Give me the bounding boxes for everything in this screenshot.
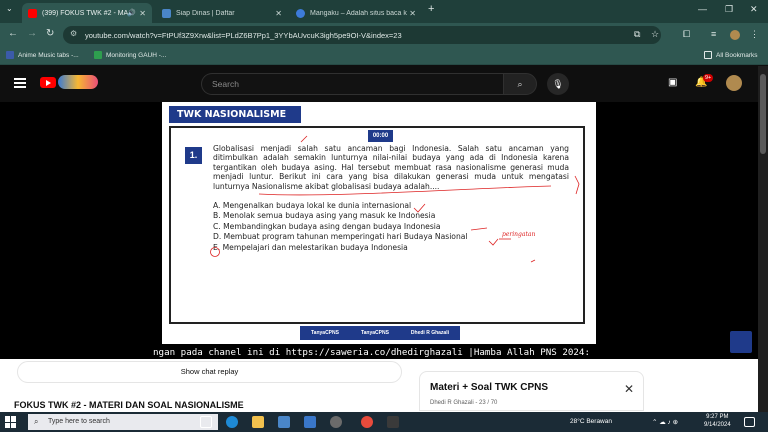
- edge-icon[interactable]: [226, 416, 238, 428]
- close-tab-icon[interactable]: ✕: [409, 9, 416, 18]
- app-icon[interactable]: [387, 416, 399, 428]
- chrome-icon[interactable]: [361, 416, 373, 428]
- system-tray-icons[interactable]: ⌃ ☁ ♪ ⊕: [652, 418, 678, 426]
- file-explorer-icon[interactable]: [252, 416, 264, 428]
- tab-label: Mangaku – Adalah situs baca k: [310, 9, 407, 17]
- reload-icon[interactable]: ↻: [46, 28, 54, 39]
- donation-ticker: ngan pada chanel ini di https://saweria.…: [153, 347, 590, 358]
- clock-date: 9/14/2024: [704, 421, 731, 428]
- handwritten-annotations: [210, 135, 580, 263]
- back-icon[interactable]: ←: [8, 28, 18, 39]
- close-window-button[interactable]: ✕: [750, 4, 758, 15]
- bookmark-icon: [6, 51, 14, 59]
- search-button[interactable]: ⌕: [503, 73, 537, 95]
- menu-icon[interactable]: ⋮: [750, 29, 759, 40]
- slide: TWK NASIONALISME 00:00 1. Globalisasi me…: [162, 102, 596, 344]
- tab-siap-dinas[interactable]: Siap Dinas | Daftar ✕: [156, 3, 288, 23]
- page-below-player: Show chat replay FOKUS TWK #2 - MATERI D…: [0, 359, 758, 412]
- folder-icon: [704, 51, 712, 59]
- tab-label: Siap Dinas | Daftar: [176, 9, 235, 17]
- bookmark-star-icon[interactable]: ☆: [651, 29, 659, 40]
- settings-icon[interactable]: [330, 416, 342, 428]
- bookmarks-bar: Anime Music tabs -... Monitoring GAUH -.…: [0, 47, 768, 65]
- forward-icon[interactable]: →: [27, 28, 37, 39]
- taskbar-search-placeholder: Type here to search: [48, 418, 110, 425]
- show-chat-replay-button[interactable]: Show chat replay: [17, 361, 402, 383]
- bookmark-monitoring[interactable]: Monitoring GAUH -...: [94, 51, 166, 59]
- close-tab-icon[interactable]: ✕: [275, 9, 282, 18]
- create-video-icon[interactable]: ▣: [668, 77, 677, 88]
- question-frame: 00:00 1. Globalisasi menjadi salah satu …: [169, 126, 585, 324]
- tab-mangaku[interactable]: Mangaku – Adalah situs baca k ✕: [290, 3, 422, 23]
- mic-icon: 🎙: [552, 79, 564, 89]
- windows-taskbar: ⌕ Type here to search 28°C Berawan ⌃ ☁ ♪…: [0, 412, 768, 432]
- playlist-subtitle: Dhedi R Ghazali - 23 / 70: [430, 400, 498, 406]
- cast-icon[interactable]: ⧉: [634, 29, 640, 40]
- playlist-panel: Materi + Soal TWK CPNS Dhedi R Ghazali -…: [419, 371, 644, 411]
- screen: ⌄ (399) FOKUS TWK #2 - MA 🔊 ✕ Siap Dinas…: [0, 0, 768, 432]
- all-bookmarks-label: All Bookmarks: [716, 51, 758, 59]
- bookmark-anime-music[interactable]: Anime Music tabs -...: [6, 51, 79, 59]
- new-tab-button[interactable]: +: [428, 3, 434, 15]
- search-icon: ⌕: [34, 417, 39, 426]
- weather-widget[interactable]: 28°C Berawan: [570, 418, 612, 425]
- notification-count-badge: 9+: [703, 74, 714, 82]
- voice-search-button[interactable]: 🎙: [547, 73, 569, 95]
- tab-search-icon[interactable]: ⌄: [6, 4, 13, 13]
- slide-header: TWK NASIONALISME: [169, 106, 301, 123]
- search-icon: ⌕: [517, 79, 523, 89]
- bookmark-label: Monitoring GAUH -...: [106, 51, 167, 59]
- playlist-title[interactable]: Materi + Soal TWK CPNS: [430, 382, 548, 393]
- siap-dinas-favicon-icon: [162, 8, 171, 18]
- youtube-favicon-icon: [28, 8, 37, 18]
- url-text: youtube.com/watch?v=FtPUf3Z9Xrw&list=PLd…: [85, 30, 402, 40]
- social-handle: TanyaCPNS: [310, 330, 339, 336]
- address-bar[interactable]: ⚙ youtube.com/watch?v=FtPUf3Z9Xrw&list=P…: [63, 26, 661, 44]
- media-icon[interactable]: ≡: [711, 29, 716, 39]
- avatar[interactable]: [726, 75, 742, 91]
- maximize-button[interactable]: ❐: [725, 4, 733, 15]
- scrollbar-thumb[interactable]: [760, 74, 766, 154]
- page-scrollbar[interactable]: [758, 66, 768, 412]
- bookmark-icon: [94, 51, 102, 59]
- profile-icon[interactable]: [730, 30, 740, 40]
- close-playlist-icon[interactable]: ✕: [624, 382, 634, 396]
- notification-center-icon[interactable]: [744, 417, 755, 427]
- windows-start-icon[interactable]: [5, 416, 17, 428]
- youtube-doodle[interactable]: [58, 75, 98, 89]
- taskbar-search-input[interactable]: ⌕ Type here to search: [28, 414, 218, 430]
- clock[interactable]: 9:27 PM 9/14/2024: [704, 414, 731, 429]
- mail-icon[interactable]: [304, 416, 316, 428]
- bookmark-label: Anime Music tabs -...: [18, 51, 79, 59]
- youtube-header: Search ⌕ 🎙 ▣ 🔔 9+: [0, 66, 758, 102]
- video-player[interactable]: TWK NASIONALISME 00:00 1. Globalisasi me…: [0, 102, 758, 359]
- video-title: FOKUS TWK #2 - MATERI DAN SOAL NASIONALI…: [14, 400, 244, 410]
- tab-label: (399) FOKUS TWK #2 - MA: [42, 9, 129, 17]
- clock-time: 9:27 PM: [706, 414, 729, 420]
- close-tab-icon[interactable]: ✕: [139, 9, 146, 18]
- tab-youtube[interactable]: (399) FOKUS TWK #2 - MA 🔊 ✕: [22, 3, 152, 23]
- store-icon[interactable]: [278, 416, 290, 428]
- minimize-button[interactable]: —: [698, 4, 707, 14]
- social-handle: Dhedi R Ghazali: [410, 330, 449, 336]
- handwritten-note: peringatan: [502, 231, 536, 238]
- social-handles: TanyaCPNS TanyaCPNS Dhedi R Ghazali: [300, 326, 460, 340]
- hamburger-menu-icon[interactable]: [14, 78, 26, 88]
- search-input[interactable]: Search: [201, 73, 503, 95]
- youtube-logo-icon[interactable]: [40, 77, 56, 88]
- all-bookmarks[interactable]: All Bookmarks: [704, 51, 758, 59]
- extensions-icon[interactable]: ⧠: [683, 29, 690, 40]
- site-info-icon[interactable]: ⚙: [70, 29, 77, 38]
- browser-toolbar: ← → ↻ ⚙ youtube.com/watch?v=FtPUf3Z9Xrw&…: [0, 23, 768, 47]
- social-handle: TanyaCPNS: [360, 330, 389, 336]
- mangaku-favicon-icon: [296, 8, 305, 18]
- browser-tab-strip: ⌄ (399) FOKUS TWK #2 - MA 🔊 ✕ Siap Dinas…: [0, 0, 768, 23]
- speaker-icon[interactable]: 🔊: [127, 9, 136, 17]
- task-view-icon[interactable]: [200, 416, 212, 428]
